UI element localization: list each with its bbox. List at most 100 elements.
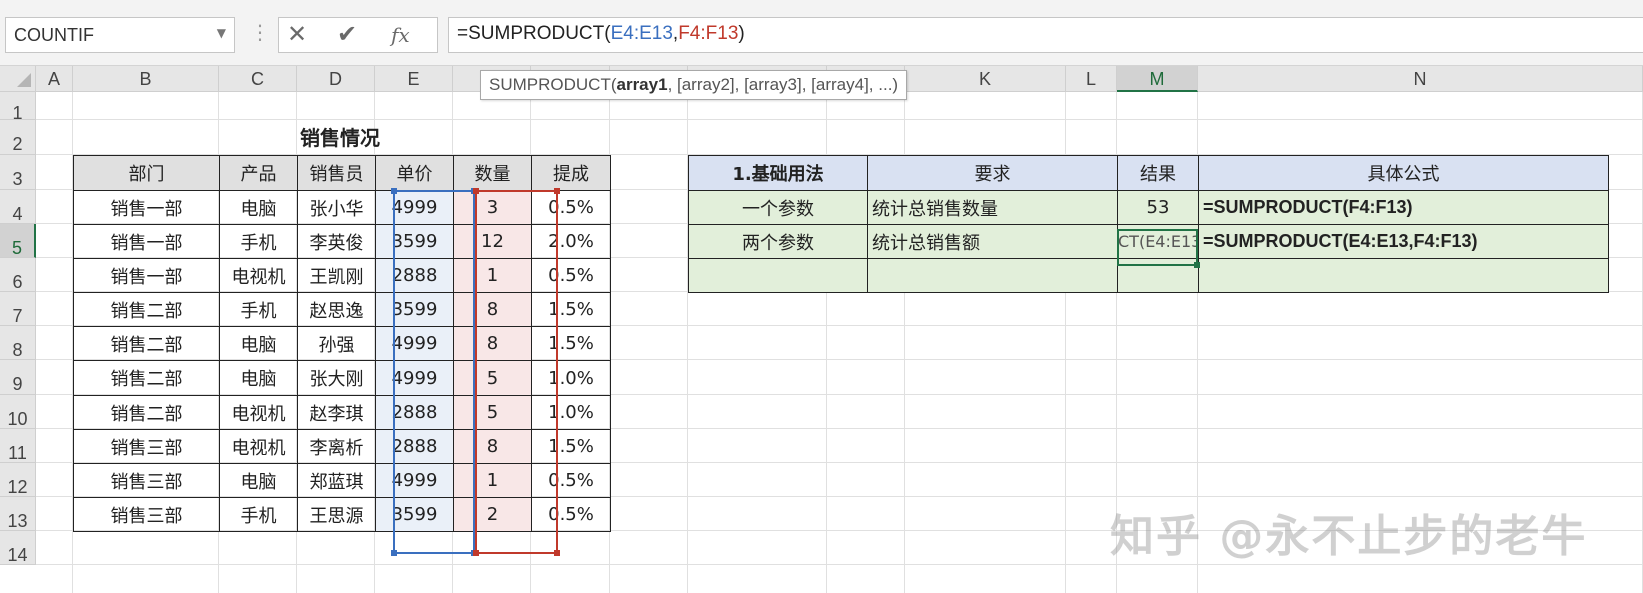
cancel-icon[interactable]: ✕ [287,20,307,48]
table-cell[interactable]: 销售二部 [73,292,220,327]
table-cell[interactable]: 0.5% [531,497,611,532]
table-cell[interactable]: 0.5% [531,190,611,225]
table-cell[interactable]: 电脑 [219,326,298,361]
row-header-8[interactable]: 8 [0,326,36,360]
table-cell[interactable]: 手机 [219,292,298,327]
table-cell[interactable]: 电视机 [219,395,298,430]
table-cell[interactable]: 手机 [219,497,298,532]
table-header-cell[interactable]: 销售员 [297,155,376,191]
usage-cell[interactable] [1198,258,1609,293]
table-cell[interactable]: 销售二部 [73,326,220,361]
row-header-6[interactable]: 6 [0,258,36,292]
column-header-m[interactable]: M [1117,66,1198,92]
table-cell[interactable]: 4999 [375,463,454,498]
table-cell[interactable]: 张小华 [297,190,376,225]
column-header-a[interactable]: A [36,66,73,92]
usage-cell[interactable]: =SUMPRODUCT(F4:F13) [1198,190,1609,225]
table-cell[interactable]: 电脑 [219,463,298,498]
usage-header-cell[interactable]: 要求 [867,155,1118,191]
usage-cell[interactable] [867,258,1118,293]
table-cell[interactable]: 李离析 [297,429,376,464]
usage-cell[interactable]: CT(E4:E13,F [1117,224,1199,259]
table-cell[interactable]: 1.5% [531,429,611,464]
table-cell[interactable]: 5 [453,360,532,396]
table-cell[interactable]: 手机 [219,224,298,259]
name-box[interactable]: COUNTIF ▼ [5,17,235,53]
table-cell[interactable]: 郑蓝琪 [297,463,376,498]
table-cell[interactable]: 3599 [375,497,454,532]
usage-cell[interactable]: 53 [1117,190,1199,225]
table-cell[interactable]: 销售三部 [73,429,220,464]
table-header-cell[interactable]: 数量 [453,155,532,191]
table-cell[interactable]: 销售一部 [73,224,220,259]
table-cell[interactable]: 销售二部 [73,360,220,396]
table-cell[interactable]: 0.5% [531,258,611,293]
table-header-cell[interactable]: 产品 [219,155,298,191]
table-cell[interactable]: 李英俊 [297,224,376,259]
row-header-9[interactable]: 9 [0,360,36,395]
insert-function-icon[interactable]: fx [391,23,410,47]
table-cell[interactable]: 销售三部 [73,463,220,498]
table-cell[interactable]: 孙强 [297,326,376,361]
column-header-l[interactable]: L [1066,66,1117,92]
table-cell[interactable]: 电脑 [219,190,298,225]
table-cell[interactable]: 2 [453,497,532,532]
usage-cell[interactable]: =SUMPRODUCT(E4:E13,F4:F13) [1198,224,1609,259]
table-cell[interactable]: 2.0% [531,224,611,259]
enter-icon[interactable]: ✔ [337,20,357,48]
table-cell[interactable]: 电视机 [219,258,298,293]
table-cell[interactable]: 1.5% [531,292,611,327]
table-cell[interactable]: 12 [453,224,532,259]
usage-cell[interactable] [1117,258,1199,293]
column-header-d[interactable]: D [297,66,375,92]
table-cell[interactable]: 8 [453,429,532,464]
usage-header-cell[interactable]: 具体公式 [1198,155,1609,191]
usage-header-cell[interactable]: 结果 [1117,155,1199,191]
row-header-2[interactable]: 2 [0,120,36,155]
column-header-e[interactable]: E [375,66,453,92]
row-header-4[interactable]: 4 [0,190,36,224]
table-cell[interactable]: 王思源 [297,497,376,532]
row-header-3[interactable]: 3 [0,155,36,190]
table-cell[interactable]: 2888 [375,395,454,430]
table-cell[interactable]: 1 [453,258,532,293]
column-header-b[interactable]: B [73,66,219,92]
table-cell[interactable]: 2888 [375,429,454,464]
table-cell[interactable]: 1.0% [531,360,611,396]
table-cell[interactable]: 销售二部 [73,395,220,430]
chevron-down-icon[interactable]: ▼ [217,26,226,40]
row-header-13[interactable]: 13 [0,497,36,531]
table-cell[interactable]: 3 [453,190,532,225]
table-cell[interactable]: 王凯刚 [297,258,376,293]
row-header-12[interactable]: 12 [0,463,36,497]
table-cell[interactable]: 5 [453,395,532,430]
usage-header-cell[interactable]: 1.基础用法 [688,155,868,191]
table-cell[interactable]: 8 [453,326,532,361]
table-header-cell[interactable]: 提成 [531,155,611,191]
usage-cell[interactable]: 一个参数 [688,190,868,225]
table-cell[interactable]: 8 [453,292,532,327]
table-cell[interactable]: 电脑 [219,360,298,396]
formula-input[interactable]: =SUMPRODUCT(E4:E13,F4:F13) [448,17,1643,53]
row-header-11[interactable]: 11 [0,429,36,463]
usage-cell[interactable] [688,258,868,293]
table-cell[interactable]: 3599 [375,224,454,259]
table-cell[interactable]: 张大刚 [297,360,376,396]
table-cell[interactable]: 1.5% [531,326,611,361]
table-cell[interactable]: 4999 [375,190,454,225]
table-cell[interactable]: 电视机 [219,429,298,464]
select-all-button[interactable] [0,66,36,92]
table-cell[interactable]: 赵思逸 [297,292,376,327]
table-cell[interactable]: 销售三部 [73,497,220,532]
column-header-c[interactable]: C [219,66,297,92]
row-header-5[interactable]: 5 [0,224,36,258]
usage-cell[interactable]: 统计总销售额 [867,224,1118,259]
table-cell[interactable]: 4999 [375,326,454,361]
table-cell[interactable]: 4999 [375,360,454,396]
table-cell[interactable]: 1 [453,463,532,498]
table-cell[interactable]: 1.0% [531,395,611,430]
table-cell[interactable]: 0.5% [531,463,611,498]
table-cell[interactable]: 销售一部 [73,258,220,293]
row-header-1[interactable]: 1 [0,92,36,123]
table-cell[interactable]: 赵李琪 [297,395,376,430]
